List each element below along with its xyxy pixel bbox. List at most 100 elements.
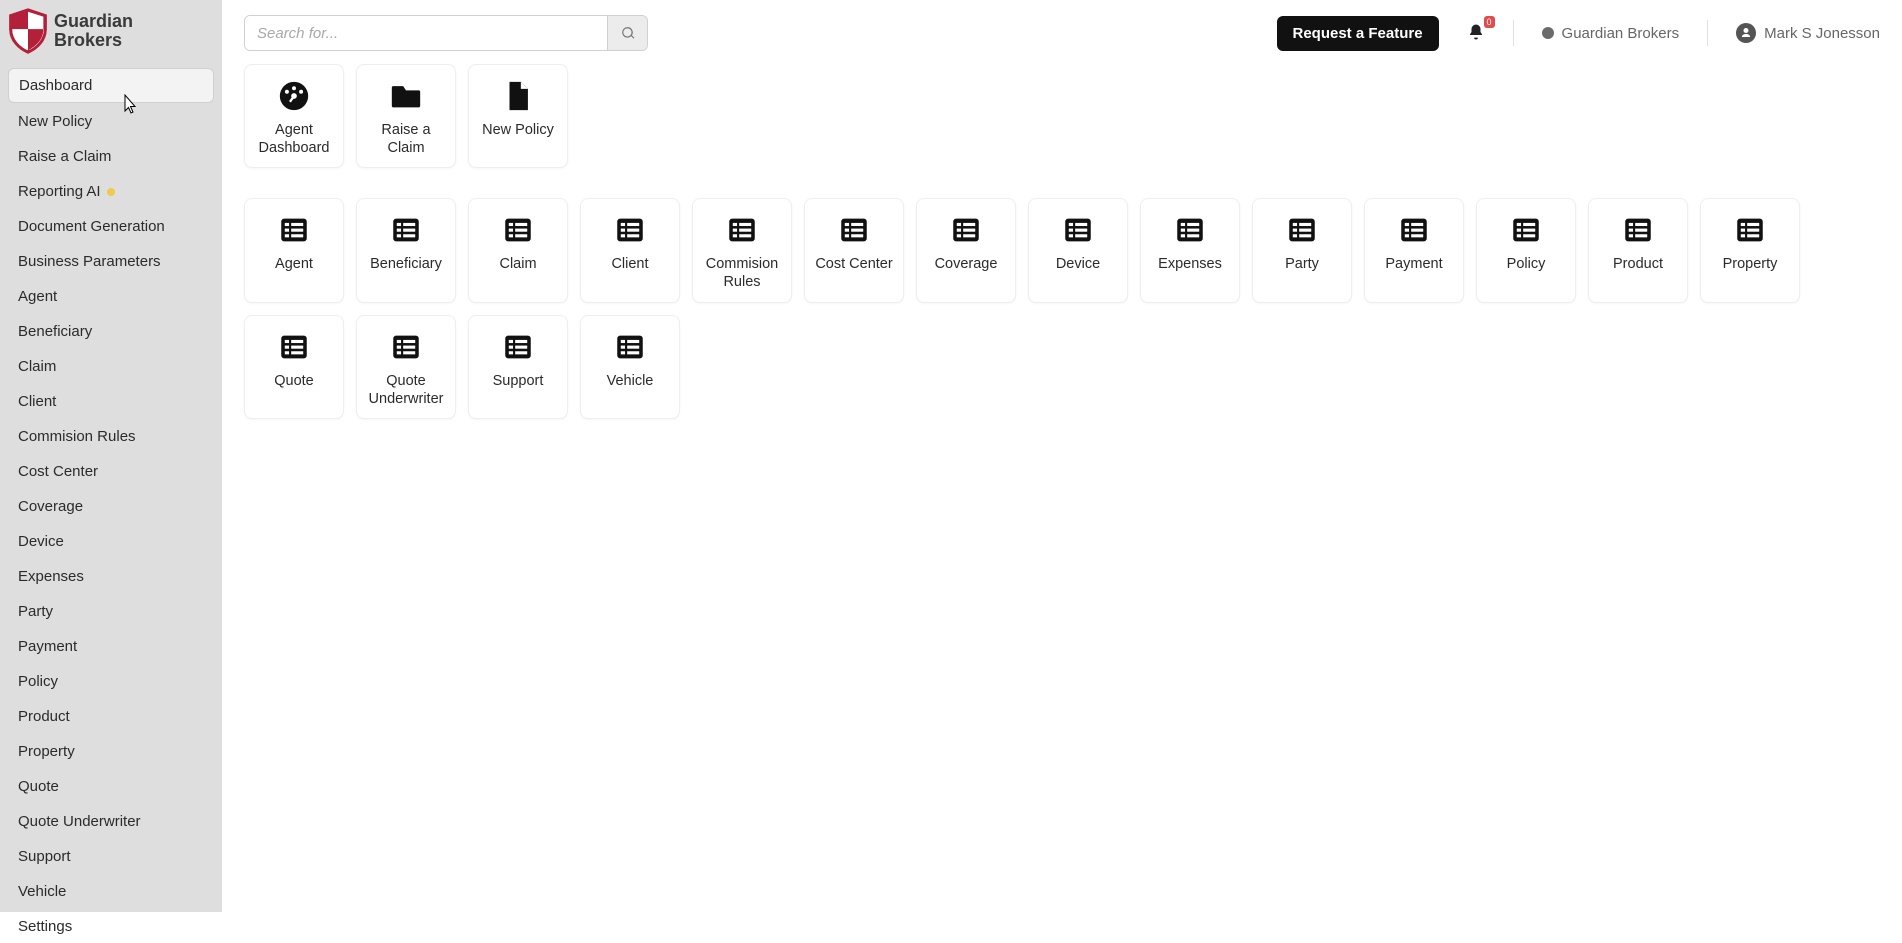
card-tile[interactable]: Product <box>1588 198 1688 302</box>
card-tile[interactable]: Device <box>1028 198 1128 302</box>
sidebar-item[interactable]: Dashboard <box>8 68 214 103</box>
card-tile[interactable]: Property <box>1700 198 1800 302</box>
sidebar-item[interactable]: Payment <box>8 630 214 663</box>
sidebar-item-label: Vehicle <box>18 883 66 900</box>
sidebar-item[interactable]: Raise a Claim <box>8 140 214 173</box>
sidebar-item-label: Reporting AI <box>18 183 101 200</box>
card-label: Policy <box>1507 255 1546 273</box>
sidebar-item[interactable]: Reporting AI <box>8 175 214 208</box>
user-avatar-icon <box>1736 23 1756 43</box>
card-label: Beneficiary <box>370 255 442 273</box>
list-icon <box>837 213 871 247</box>
sidebar-item[interactable]: Client <box>8 385 214 418</box>
card-tile[interactable]: Coverage <box>916 198 1016 302</box>
search-button[interactable] <box>607 16 647 50</box>
card-label: Agent <box>275 255 313 273</box>
request-feature-button[interactable]: Request a Feature <box>1277 16 1439 51</box>
sidebar-item[interactable]: New Policy <box>8 105 214 138</box>
card-tile[interactable]: Raise a Claim <box>356 64 456 168</box>
quick-actions-row: Agent Dashboard Raise a Claim New Policy <box>244 64 1880 168</box>
new-badge-icon <box>107 188 115 196</box>
user-menu[interactable]: Mark S Jonesson <box>1736 23 1880 43</box>
card-tile[interactable]: New Policy <box>468 64 568 168</box>
topbar-right: Request a Feature 0 Guardian Brokers Mar… <box>1277 16 1881 51</box>
card-tile[interactable]: Claim <box>468 198 568 302</box>
sidebar-item-label: Party <box>18 603 53 620</box>
org-name: Guardian Brokers <box>1562 25 1680 42</box>
list-icon <box>1621 213 1655 247</box>
card-tile[interactable]: Party <box>1252 198 1352 302</box>
card-tile[interactable]: Cost Center <box>804 198 904 302</box>
card-tile[interactable]: Quote Underwriter <box>356 315 456 419</box>
card-label: Property <box>1723 255 1778 273</box>
card-label: Cost Center <box>815 255 892 273</box>
sidebar-item[interactable]: Settings <box>8 910 214 943</box>
sidebar-item-label: Device <box>18 533 64 550</box>
sidebar-item[interactable]: Agent <box>8 280 214 313</box>
card-tile[interactable]: Vehicle <box>580 315 680 419</box>
sidebar-item[interactable]: Product <box>8 700 214 733</box>
sidebar-item[interactable]: Vehicle <box>8 875 214 908</box>
card-label: Party <box>1285 255 1319 273</box>
card-label: Agent Dashboard <box>251 121 337 157</box>
sidebar-item[interactable]: Coverage <box>8 490 214 523</box>
list-icon <box>389 213 423 247</box>
list-icon <box>1509 213 1543 247</box>
card-tile[interactable]: Client <box>580 198 680 302</box>
card-label: Quote <box>274 372 314 390</box>
card-tile[interactable]: Policy <box>1476 198 1576 302</box>
sidebar-item-label: Payment <box>18 638 77 655</box>
card-label: Raise a Claim <box>363 121 449 157</box>
list-icon <box>1173 213 1207 247</box>
list-icon <box>1733 213 1767 247</box>
file-icon <box>501 79 535 113</box>
sidebar-item[interactable]: Business Parameters <box>8 245 214 278</box>
brand-line2: Brokers <box>54 31 133 50</box>
sidebar-item[interactable]: Commision Rules <box>8 420 214 453</box>
list-icon <box>1061 213 1095 247</box>
sidebar-item-label: Property <box>18 743 75 760</box>
sidebar-item[interactable]: Quote <box>8 770 214 803</box>
card-tile[interactable]: Agent Dashboard <box>244 64 344 168</box>
sidebar-item[interactable]: Claim <box>8 350 214 383</box>
sidebar-item[interactable]: Support <box>8 840 214 873</box>
sidebar-item[interactable]: Quote Underwriter <box>8 805 214 838</box>
card-tile[interactable]: Commision Rules <box>692 198 792 302</box>
sidebar-item[interactable]: Party <box>8 595 214 628</box>
list-icon <box>1397 213 1431 247</box>
topbar: Request a Feature 0 Guardian Brokers Mar… <box>222 0 1902 56</box>
card-tile[interactable]: Support <box>468 315 568 419</box>
sidebar-item-label: Dashboard <box>19 77 92 94</box>
bell-icon <box>1467 22 1485 42</box>
sidebar-item[interactable]: Beneficiary <box>8 315 214 348</box>
card-tile[interactable]: Beneficiary <box>356 198 456 302</box>
list-icon <box>277 213 311 247</box>
sidebar-item-label: Settings <box>18 918 72 935</box>
search-input[interactable] <box>245 16 607 50</box>
brand-logo[interactable]: Guardian Brokers <box>0 2 222 62</box>
sidebar-item-label: Raise a Claim <box>18 148 111 165</box>
sidebar-item-label: Support <box>18 848 71 865</box>
sidebar-item[interactable]: Device <box>8 525 214 558</box>
card-label: Quote Underwriter <box>363 372 449 408</box>
card-tile[interactable]: Agent <box>244 198 344 302</box>
card-tile[interactable]: Expenses <box>1140 198 1240 302</box>
card-tile[interactable]: Quote <box>244 315 344 419</box>
sidebar-item[interactable]: Policy <box>8 665 214 698</box>
card-label: Vehicle <box>607 372 654 390</box>
notifications-button[interactable]: 0 <box>1467 22 1485 45</box>
sidebar-item-label: New Policy <box>18 113 92 130</box>
card-label: New Policy <box>482 121 554 139</box>
list-icon <box>277 330 311 364</box>
sidebar-item-label: Business Parameters <box>18 253 161 270</box>
divider <box>1513 20 1514 46</box>
org-switcher[interactable]: Guardian Brokers <box>1542 25 1680 42</box>
sidebar-item[interactable]: Cost Center <box>8 455 214 488</box>
sidebar-item[interactable]: Expenses <box>8 560 214 593</box>
sidebar-item-label: Commision Rules <box>18 428 136 445</box>
sidebar-item[interactable]: Property <box>8 735 214 768</box>
sidebar-item-label: Document Generation <box>18 218 165 235</box>
sidebar-item[interactable]: Document Generation <box>8 210 214 243</box>
card-tile[interactable]: Payment <box>1364 198 1464 302</box>
card-label: Expenses <box>1158 255 1222 273</box>
